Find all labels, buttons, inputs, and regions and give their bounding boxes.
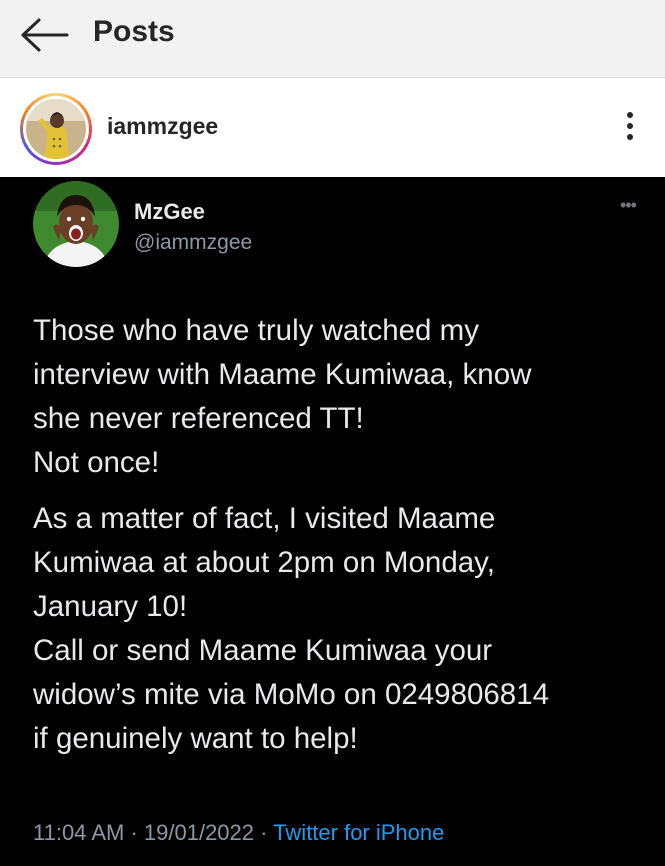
avatar-image [26, 99, 86, 159]
meta-separator: · [260, 820, 268, 845]
page-title: Posts [93, 15, 175, 48]
tweet-line: Not once! [33, 446, 160, 479]
post-header: iammzgee [0, 79, 665, 177]
tweet-line: Those who have truly watched my [33, 314, 479, 347]
meta-separator: · [130, 820, 138, 845]
tweet-line: interview with Maame Kumiwaa, know [33, 358, 532, 391]
post-username[interactable]: iammzgee [107, 113, 218, 140]
tweet-time: 11:04 AM [33, 820, 125, 845]
arrow-left-icon [21, 18, 69, 52]
tweet-line: January 10! [33, 590, 188, 623]
tweet-source-link[interactable]: Twitter for iPhone [273, 820, 444, 845]
tweet-display-name[interactable]: MzGee [134, 199, 205, 225]
vertical-dots-icon [618, 112, 642, 140]
tweet-meta: 11:04 AM · 19/01/2022 · Twitter for iPho… [33, 820, 444, 846]
tweet-line: she never referenced TT! [33, 402, 364, 435]
horizontal-dots-icon[interactable]: ••• [620, 195, 637, 216]
tweet-line: widow’s mite via MoMo on 0249806814 [33, 678, 550, 711]
tweet-date: 19/01/2022 [143, 820, 255, 845]
tweet-line: Call or send Maame Kumiwaa your [33, 634, 493, 667]
tweet-handle[interactable]: @iammzgee [134, 231, 252, 255]
profile-avatar[interactable] [20, 93, 92, 165]
tweet-line: As a matter of fact, I visited Maame [33, 502, 496, 535]
tweet-text: Those who have truly watched my intervie… [33, 309, 643, 761]
tweet-line: if genuinely want to help! [33, 722, 358, 755]
tweet-line: Kumiwaa at about 2pm on Monday, [33, 546, 495, 579]
top-nav-bar: Posts [0, 0, 665, 78]
back-button[interactable] [20, 17, 70, 53]
tweet-card: MzGee @iammzgee ••• Those who have truly… [0, 177, 665, 866]
tweet-avatar [33, 181, 119, 267]
more-options-button[interactable] [618, 109, 642, 145]
